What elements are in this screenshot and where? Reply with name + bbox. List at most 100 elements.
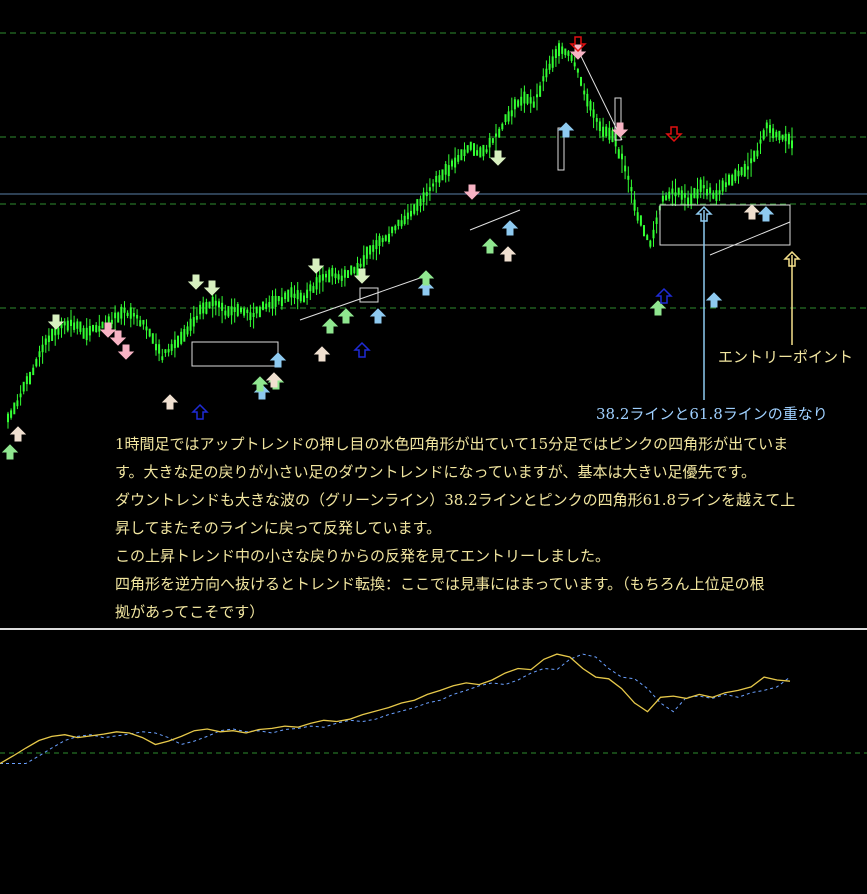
price-candle-body bbox=[573, 62, 576, 67]
up-arrow bbox=[501, 220, 519, 236]
price-candle-body bbox=[315, 277, 318, 290]
price-candle-body bbox=[636, 212, 639, 221]
trend-line bbox=[299, 277, 421, 321]
price-candle-body bbox=[10, 410, 13, 418]
price-candle-body bbox=[624, 165, 627, 172]
price-candle-body bbox=[268, 302, 271, 308]
note-line: 拠があってこそです） bbox=[115, 603, 265, 621]
price-candle-body bbox=[284, 292, 287, 300]
price-candle-body bbox=[661, 195, 664, 202]
price-candle-body bbox=[334, 273, 337, 279]
price-candle-body bbox=[303, 295, 305, 303]
price-candle-body bbox=[696, 189, 699, 199]
price-candle-body bbox=[41, 344, 44, 353]
up-arrow bbox=[161, 394, 179, 410]
down-arrow bbox=[665, 126, 683, 143]
price-candle-body bbox=[151, 333, 154, 344]
price-candle-body bbox=[778, 130, 781, 140]
price-candle-body bbox=[495, 133, 497, 137]
price-candle-body bbox=[66, 320, 69, 331]
note-line: 1時間足ではアップトレンドの押し目の水色四角形が出ていて15分足ではピンクの四角… bbox=[115, 435, 789, 453]
price-candle-body bbox=[381, 237, 384, 243]
price-candle-body bbox=[406, 212, 409, 220]
up-arrow bbox=[705, 292, 723, 308]
price-candle-body bbox=[539, 85, 542, 97]
price-candle-body bbox=[214, 300, 217, 306]
price-candle-body bbox=[400, 220, 403, 227]
price-candle-body bbox=[746, 166, 749, 170]
price-candle-body bbox=[38, 351, 41, 358]
price-candle-body bbox=[473, 143, 475, 156]
price-candle-body bbox=[419, 198, 422, 206]
price-candle-body bbox=[731, 174, 734, 186]
price-candle-body bbox=[649, 240, 652, 247]
price-candle-body bbox=[507, 111, 510, 122]
price-candle-body bbox=[721, 180, 724, 192]
price-candle-body bbox=[82, 328, 85, 339]
entry-point-label: エントリーポイント bbox=[718, 348, 854, 366]
price-candle-body bbox=[542, 76, 545, 82]
price-candle-body bbox=[545, 68, 548, 78]
price-candle-body bbox=[523, 91, 526, 104]
price-candle-body bbox=[139, 320, 142, 327]
price-candle-body bbox=[29, 372, 31, 385]
price-candle-body bbox=[287, 289, 290, 302]
price-candle-body bbox=[598, 121, 601, 131]
price-candle-body bbox=[51, 328, 54, 341]
price-candle-body bbox=[589, 101, 592, 111]
price-candle-body bbox=[120, 306, 123, 319]
up-arrow bbox=[499, 246, 517, 262]
price-candle-body bbox=[388, 233, 390, 243]
price-candle-body bbox=[441, 169, 444, 181]
price-candle-body bbox=[375, 240, 378, 250]
price-candle-body bbox=[309, 284, 312, 292]
up-arrow bbox=[191, 403, 209, 420]
price-candle-body bbox=[422, 192, 425, 203]
price-candle-body bbox=[586, 93, 589, 107]
price-candle-body bbox=[447, 165, 450, 177]
price-candle-body bbox=[630, 187, 633, 192]
price-candle-body bbox=[605, 126, 608, 137]
price-candle-body bbox=[173, 339, 176, 349]
price-candle-body bbox=[683, 193, 686, 198]
price-candle-body bbox=[756, 150, 759, 157]
price-candle-body bbox=[690, 193, 693, 205]
price-candle-body bbox=[293, 293, 296, 298]
price-candle-body bbox=[712, 192, 715, 199]
price-candle-body bbox=[687, 197, 690, 205]
price-candle-body bbox=[136, 314, 139, 319]
price-candle-body bbox=[671, 188, 674, 194]
price-candle-body bbox=[369, 245, 372, 255]
price-candle-body bbox=[76, 321, 79, 329]
price-candle-body bbox=[576, 68, 579, 73]
price-candle-body bbox=[438, 175, 441, 183]
trend-line bbox=[709, 221, 791, 256]
price-candle-body bbox=[177, 335, 179, 348]
price-candle-body bbox=[13, 402, 16, 415]
price-candle-body bbox=[526, 94, 529, 104]
price-candle-body bbox=[592, 109, 595, 118]
price-candle-body bbox=[161, 356, 164, 361]
price-candle-body bbox=[208, 301, 211, 309]
price-candle-body bbox=[233, 307, 236, 312]
price-candle-body bbox=[189, 318, 192, 331]
range-box bbox=[191, 341, 279, 367]
price-candle-body bbox=[359, 263, 362, 267]
price-candle-body bbox=[70, 319, 72, 326]
price-candle-body bbox=[211, 296, 214, 307]
price-candle-body bbox=[271, 296, 274, 309]
price-candle-body bbox=[680, 190, 683, 200]
price-candle-body bbox=[611, 130, 614, 142]
price-candle-body bbox=[331, 268, 334, 277]
price-candle-body bbox=[79, 321, 82, 332]
note-line: ダウントレンドも大きな波の（グリーンライン）38.2ラインとピンクの四角形61.… bbox=[115, 491, 796, 509]
fib-overlap-label: 38.2ラインと61.8ラインの重なり bbox=[596, 405, 828, 423]
note-line: この上昇トレンド中の小さな戻りからの反発を見てエントリーしました。 bbox=[115, 547, 611, 565]
price-candle-body bbox=[328, 269, 331, 283]
price-candle-body bbox=[529, 97, 532, 104]
price-candle-body bbox=[706, 189, 708, 196]
price-candle-body bbox=[734, 169, 737, 181]
price-candle-body bbox=[652, 229, 655, 239]
price-candle-body bbox=[221, 302, 224, 311]
price-candle-body bbox=[180, 331, 183, 344]
